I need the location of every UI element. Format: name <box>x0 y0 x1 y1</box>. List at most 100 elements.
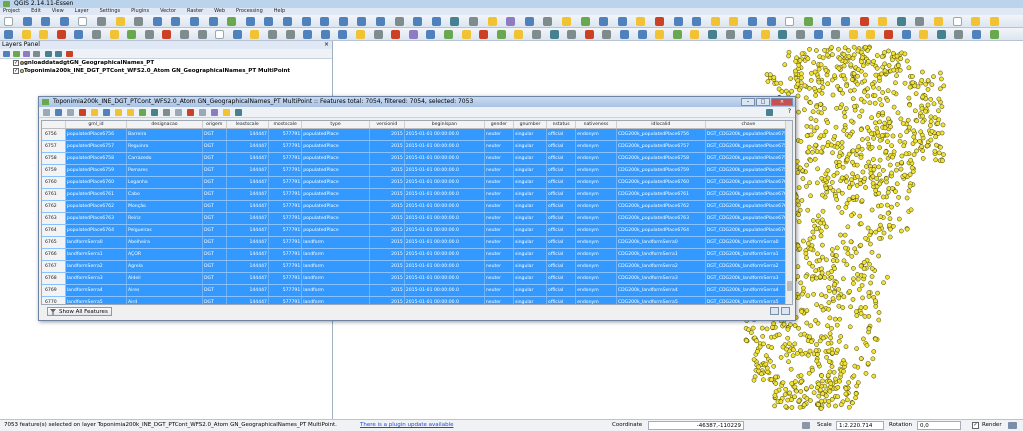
table-cell-origem[interactable]: DGT <box>202 212 227 225</box>
layer-tree-item[interactable]: ✓ gnloaddatadgtGN_GeographicalNames_PT <box>0 59 332 67</box>
toolbar2-tool-48-icon[interactable] <box>831 30 841 39</box>
table-cell-nativeness[interactable]: endonym <box>575 284 617 297</box>
toolbar1-tool-2-icon[interactable] <box>22 17 32 26</box>
row-header[interactable]: 6770 <box>42 296 66 304</box>
table-cell-gml_id[interactable]: populatedPlace6756 <box>65 128 128 141</box>
table-corner[interactable] <box>42 121 66 129</box>
toolbar2-tool-52-icon[interactable] <box>901 30 911 39</box>
table-row[interactable]: 6765 landformSerra0 Abelheira DGT 144447 5777… <box>42 236 792 249</box>
table-cell-beginlspan[interactable]: 2015-01-01 00:00:00.0 <box>404 224 485 237</box>
table-cell-nstatus[interactable]: official <box>546 152 577 165</box>
table-cell-versionid[interactable]: 2015 <box>369 272 405 285</box>
table-cell-mostscale[interactable]: 577791 <box>268 152 303 165</box>
table-cell-versionid[interactable]: 2015 <box>369 152 405 165</box>
toolbar2-tool-29-icon[interactable] <box>496 30 506 39</box>
table-cell-versionid[interactable]: 2015 <box>369 236 405 249</box>
table-tool-10-icon[interactable] <box>151 109 158 116</box>
table-cell-idlocalid[interactable]: CDG200k_populatedPlace6762 <box>616 200 706 213</box>
table-cell-mostscale[interactable]: 577791 <box>268 236 303 249</box>
manage-visibility-icon[interactable] <box>23 51 30 57</box>
table-cell-gnumber[interactable]: singular <box>513 128 548 141</box>
table-cell-gml_id[interactable]: landformSerra0 <box>65 236 128 249</box>
table-cell-gender[interactable]: neuter <box>484 296 514 304</box>
toolbar1-tool-36-icon[interactable] <box>655 17 664 26</box>
toolbar1-tool-11-icon[interactable] <box>190 17 199 26</box>
table-cell-gml_id[interactable]: populatedPlace6763 <box>65 212 128 225</box>
table-cell-chave[interactable]: DGT_CDG200k_populatedPlace6756 <box>705 128 792 141</box>
table-cell-designacao[interactable]: Aires <box>126 284 204 297</box>
plugin-update-link[interactable]: There is a plugin update available <box>360 420 453 431</box>
table-cell-beginlspan[interactable]: 2015-01-01 00:00:00.0 <box>404 284 485 297</box>
row-header[interactable]: 6767 <box>42 260 66 273</box>
table-cell-leastscale[interactable]: 144447 <box>226 200 269 213</box>
table-row[interactable]: 6766 landformSerra1 AÇOR DGT 144447 577791 lan… <box>42 248 792 261</box>
toolbar2-tool-36-icon[interactable] <box>620 30 629 39</box>
table-tool-12-icon[interactable] <box>175 109 182 116</box>
table-cell-nstatus[interactable]: official <box>546 200 577 213</box>
table-cell-mostscale[interactable]: 577791 <box>268 296 303 304</box>
table-cell-gender[interactable]: neuter <box>484 188 514 201</box>
toolbar2-tool-8-icon[interactable] <box>127 30 137 39</box>
table-cell-gml_id[interactable]: landformSerra3 <box>65 272 128 285</box>
row-header[interactable]: 6759 <box>42 164 66 177</box>
toolbar1-tool-43-icon[interactable] <box>785 17 795 26</box>
table-cell-versionid[interactable]: 2015 <box>369 224 405 237</box>
table-cell-gml_id[interactable]: landformSerra1 <box>65 248 128 261</box>
coordinate-field[interactable]: -46387,-110229 <box>648 421 744 430</box>
table-cell-gender[interactable]: neuter <box>484 212 514 225</box>
table-cell-versionid[interactable]: 2015 <box>369 284 405 297</box>
table-cell-leastscale[interactable]: 144447 <box>226 272 269 285</box>
toolbar1-tool-32-icon[interactable] <box>580 17 590 26</box>
table-cell-idlocalid[interactable]: CDG200k_populatedPlace6761 <box>616 188 706 201</box>
column-header-origem[interactable]: origem <box>202 121 227 129</box>
table-cell-beginlspan[interactable]: 2015-01-01 00:00:00.0 <box>404 236 485 249</box>
table-cell-designacao[interactable]: Agrela <box>126 260 204 273</box>
table-cell-leastscale[interactable]: 144447 <box>226 224 269 237</box>
table-cell-beginlspan[interactable]: 2015-01-01 00:00:00.0 <box>404 176 485 189</box>
table-cell-chave[interactable]: DGT_CDG200k_populatedPlace6763 <box>705 212 792 225</box>
table-cell-nstatus[interactable]: official <box>546 260 577 273</box>
table-tool-8-icon[interactable] <box>127 109 134 116</box>
toolbar2-tool-49-icon[interactable] <box>848 30 858 39</box>
table-cell-leastscale[interactable]: 144447 <box>226 152 269 165</box>
table-cell-chave[interactable]: DGT_CDG200k_populatedPlace6760 <box>705 176 792 189</box>
table-cell-idlocalid[interactable]: CDG200k_populatedPlace6763 <box>616 212 706 225</box>
toolbar1-tool-39-icon[interactable] <box>710 17 720 26</box>
toolbar1-tool-19-icon[interactable] <box>338 17 348 26</box>
table-cell-type[interactable]: landform <box>301 272 370 285</box>
menu-vector[interactable]: Vector <box>160 8 176 15</box>
table-cell-gender[interactable]: neuter <box>484 176 514 189</box>
remove-layer-icon[interactable] <box>66 51 73 57</box>
table-cell-versionid[interactable]: 2015 <box>369 176 405 189</box>
toolbar1-tool-9-icon[interactable] <box>152 17 162 26</box>
toolbar2-tool-16-icon[interactable] <box>268 30 277 39</box>
table-cell-chave[interactable]: DGT_CDG200k_populatedPlace6764 <box>705 224 792 237</box>
table-cell-gml_id[interactable]: landformSerra5 <box>65 296 128 304</box>
table-cell-nstatus[interactable]: official <box>546 248 577 261</box>
table-cell-nstatus[interactable]: official <box>546 128 577 141</box>
column-header-beginlspan[interactable]: beginlspan <box>404 121 485 129</box>
toolbar1-tool-29-icon[interactable] <box>524 17 534 26</box>
table-view-button[interactable] <box>770 307 779 315</box>
column-header-type[interactable]: type <box>301 121 370 129</box>
toolbar1-tool-5-icon[interactable] <box>78 17 88 26</box>
menu-edit[interactable]: Edit <box>31 8 41 15</box>
table-cell-gnumber[interactable]: singular <box>513 224 548 237</box>
toolbar1-tool-34-icon[interactable] <box>617 17 627 26</box>
toolbar1-tool-37-icon[interactable] <box>673 17 683 26</box>
toolbar1-tool-28-icon[interactable] <box>506 17 516 26</box>
table-cell-mostscale[interactable]: 577791 <box>268 176 303 189</box>
table-cell-idlocalid[interactable]: CDG200k_landformSerra1 <box>616 248 706 261</box>
table-cell-idlocalid[interactable]: CDG200k_populatedPlace6758 <box>616 152 706 165</box>
table-cell-beginlspan[interactable]: 2015-01-01 00:00:00.0 <box>404 272 485 285</box>
table-cell-idlocalid[interactable]: CDG200k_populatedPlace6757 <box>616 140 706 153</box>
toolbar2-tool-28-icon[interactable] <box>479 30 489 39</box>
table-tool-6-icon[interactable] <box>103 109 110 116</box>
toolbar2-tool-27-icon[interactable] <box>461 30 471 39</box>
table-cell-nativeness[interactable]: endonym <box>575 140 617 153</box>
table-cell-nstatus[interactable]: official <box>546 188 577 201</box>
toolbar1-tool-27-icon[interactable] <box>487 17 497 26</box>
toggle-extents-icon[interactable] <box>802 422 810 429</box>
table-cell-beginlspan[interactable]: 2015-01-01 00:00:00.0 <box>404 248 485 261</box>
table-cell-nstatus[interactable]: official <box>546 140 577 153</box>
